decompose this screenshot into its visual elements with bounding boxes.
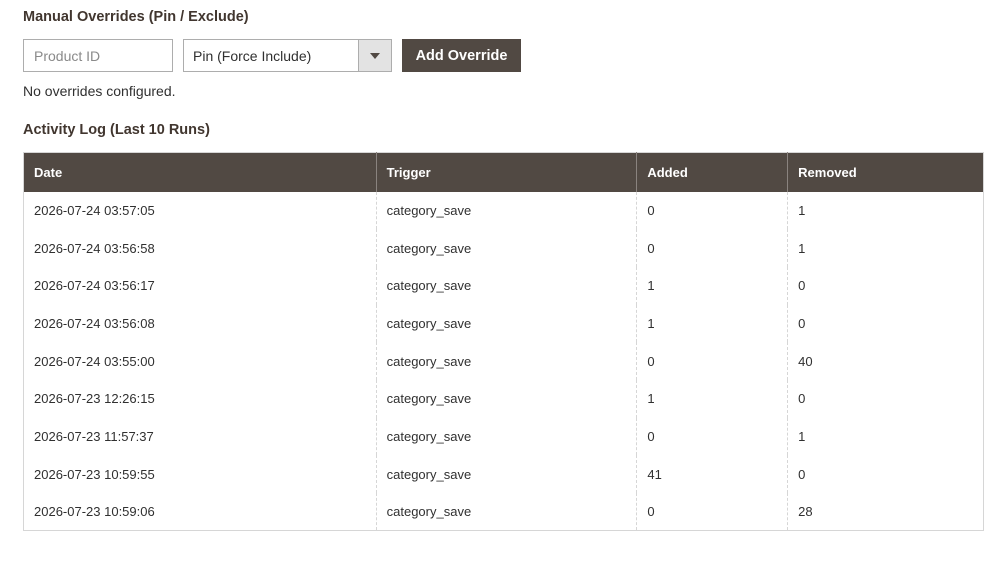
cell-removed: 1 — [787, 191, 984, 230]
table-row: 2026-07-24 03:56:58 category_save 0 1 — [24, 229, 984, 267]
product-id-input[interactable] — [23, 39, 173, 72]
table-row: 2026-07-24 03:56:08 category_save 1 0 — [24, 304, 984, 343]
cell-added: 0 — [636, 229, 788, 267]
cell-date: 2026-07-24 03:56:58 — [34, 240, 155, 256]
cell-added: 0 — [636, 493, 788, 531]
activity-log-table: Date Trigger Added Removed 2026-07-24 03… — [23, 152, 984, 532]
cell-added: 41 — [636, 455, 788, 493]
cell-added: 0 — [636, 417, 788, 456]
cell-removed: 28 — [787, 493, 984, 531]
override-mode-select[interactable]: Pin (Force Include) — [183, 39, 392, 72]
cell-removed: 1 — [787, 229, 984, 267]
cell-trigger: category_save — [375, 304, 637, 343]
cell-removed: 0 — [787, 455, 984, 493]
table-header-row: Date Trigger Added Removed — [23, 152, 984, 192]
cell-trigger: category_save — [375, 493, 637, 531]
cell-date: 2026-07-23 11:57:37 — [34, 428, 154, 444]
cell-removed: 0 — [787, 379, 984, 418]
table-row: 2026-07-23 11:57:37 category_save 0 1 — [24, 417, 984, 456]
cell-added: 1 — [636, 379, 788, 418]
table-row: 2026-07-24 03:55:00 category_save 0 40 — [24, 342, 984, 380]
cell-trigger: category_save — [375, 417, 637, 456]
cell-date: 2026-07-24 03:55:00 — [34, 353, 155, 369]
cell-date: 2026-07-24 03:56:17 — [34, 278, 155, 294]
page: Manual Overrides (Pin / Exclude) Pin (Fo… — [0, 0, 1000, 562]
cell-removed: 1 — [787, 417, 984, 456]
add-override-button[interactable]: Add Override — [402, 39, 521, 72]
table-row: 2026-07-24 03:56:17 category_save 1 0 — [24, 266, 984, 305]
table-row: 2026-07-23 10:59:55 category_save 41 0 — [24, 455, 984, 493]
column-header-date: Date — [23, 152, 377, 192]
cell-trigger: category_save — [375, 229, 637, 267]
triangle-down-icon — [370, 52, 380, 59]
cell-added: 1 — [636, 304, 788, 343]
cell-removed: 0 — [787, 266, 984, 305]
cell-added: 0 — [636, 342, 788, 380]
cell-removed: 0 — [787, 304, 984, 343]
cell-trigger: category_save — [375, 191, 637, 230]
table-row: 2026-07-23 10:59:06 category_save 0 28 — [24, 493, 984, 531]
cell-date: 2026-07-24 03:57:05 — [34, 203, 155, 219]
table-row: 2026-07-24 03:57:05 category_save 0 1 — [24, 191, 984, 230]
cell-date: 2026-07-24 03:56:08 — [34, 315, 155, 331]
cell-date: 2026-07-23 12:26:15 — [34, 391, 155, 407]
activity-log-title: Activity Log (Last 10 Runs) — [23, 122, 210, 138]
table-row: 2026-07-23 12:26:15 category_save 1 0 — [24, 379, 984, 418]
cell-date: 2026-07-23 10:59:55 — [34, 466, 155, 482]
cell-trigger: category_save — [375, 379, 637, 418]
cell-removed: 40 — [787, 342, 984, 380]
column-header-trigger: Trigger — [375, 152, 637, 192]
manual-overrides-title: Manual Overrides (Pin / Exclude) — [23, 9, 249, 25]
column-header-removed: Removed — [787, 152, 984, 192]
cell-added: 0 — [636, 191, 788, 230]
cell-trigger: category_save — [375, 266, 637, 305]
activity-log-body: 2026-07-24 03:57:05 category_save 0 1 2026-0… — [24, 191, 984, 531]
select-arrow-button[interactable] — [358, 40, 391, 71]
cell-date: 2026-07-23 10:59:06 — [34, 504, 155, 520]
column-header-added: Added — [636, 152, 788, 192]
cell-trigger: category_save — [375, 455, 637, 493]
cell-trigger: category_save — [375, 342, 637, 380]
no-overrides-message: No overrides configured. — [23, 83, 176, 99]
cell-added: 1 — [636, 266, 788, 305]
override-form: Pin (Force Include) Add Override — [23, 39, 521, 72]
override-mode-selected-value: Pin (Force Include) — [193, 47, 312, 64]
